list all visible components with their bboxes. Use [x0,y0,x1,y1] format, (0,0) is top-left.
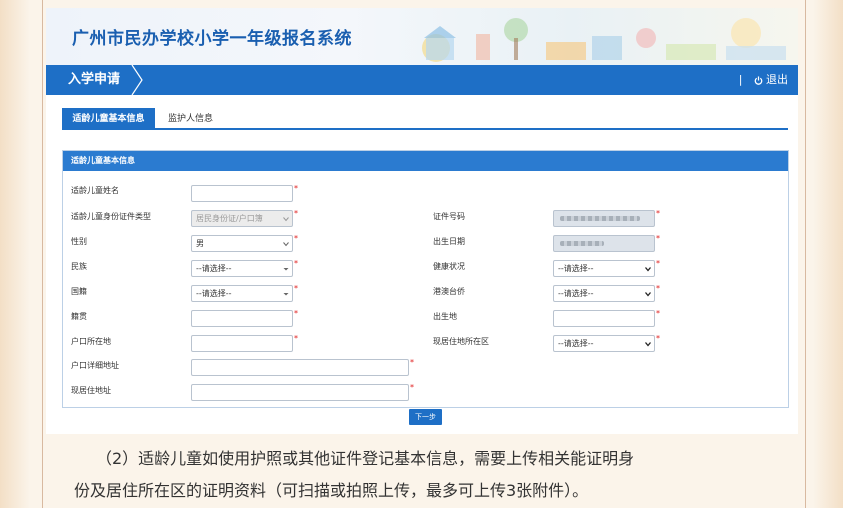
app-screenshot: 广州市民办学校小学一年级报名系统 入学申请 | 退出 适龄儿童基本信息 监护人信… [46,8,798,434]
residence-district-value: --请选择-- [558,339,594,348]
power-icon [754,75,763,85]
birthplace-label: 出生地 [433,312,457,321]
health-value: --请选择-- [558,264,594,273]
id-type-select[interactable]: 居民身份证/户口簿 [191,210,293,227]
native-place-input[interactable] [191,310,293,327]
birth-date-label: 出生日期 [433,237,465,246]
required-mark: * [656,234,660,243]
ethnicity-select[interactable]: --请选择-- [191,260,293,277]
id-type-label: 适龄儿童身份证件类型 [71,212,151,221]
required-mark: * [294,259,298,268]
residence-district-label: 现居住地所在区 [433,337,489,346]
panel-title: 适龄儿童基本信息 [63,151,788,171]
tab-child-info[interactable]: 适龄儿童基本信息 [62,108,155,130]
masked-value [560,241,604,246]
hukou-address-label: 户口详细地址 [71,361,119,370]
required-mark: * [410,358,414,367]
top-navbar: 入学申请 | 退出 [46,65,798,95]
required-mark: * [294,184,298,193]
required-mark: * [656,259,660,268]
nationality-select[interactable]: --请选择-- [191,285,293,302]
logout-button[interactable]: 退出 [754,73,788,86]
nationality-label: 国籍 [71,287,87,296]
chevron-down-icon [283,268,289,271]
hk-macao-tw-label: 港澳台侨 [433,287,465,296]
id-type-value: 居民身份证/户口簿 [196,214,263,223]
caption-line-1: （2）适龄儿童如使用护照或其他证件登记基本信息，需要上传相关能证明身 [96,449,635,468]
required-mark: * [294,234,298,243]
health-select[interactable]: --请选择-- [553,260,655,277]
chevron-down-icon [645,342,651,347]
birth-date-input[interactable] [553,235,655,252]
child-info-panel: 适龄儿童基本信息 适龄儿童姓名 * 适龄儿童身份证件类型 居民身份证/户口簿 *… [62,150,789,408]
frame-border-right [805,0,806,508]
gender-label: 性别 [71,237,87,246]
system-title: 广州市民办学校小学一年级报名系统 [72,29,352,49]
required-mark: * [294,209,298,218]
logout-area: | 退出 [739,65,788,95]
required-mark: * [294,309,298,318]
required-mark: * [656,309,660,318]
ethnicity-value: --请选择-- [196,264,232,273]
hk-macao-tw-select[interactable]: --请选择-- [553,285,655,302]
nationality-value: --请选择-- [196,289,232,298]
required-mark: * [410,383,414,392]
chevron-down-icon [283,242,289,247]
required-mark: * [656,284,660,293]
hukou-location-input[interactable] [191,335,293,352]
health-label: 健康状况 [433,262,465,271]
chevron-down-icon [283,293,289,296]
form-tabs: 适龄儿童基本信息 监护人信息 [62,108,788,130]
frame-border-left [42,0,43,508]
current-address-label: 现居住地址 [71,386,111,395]
chevron-down-icon [645,292,651,297]
native-place-label: 籍贯 [71,312,87,321]
header-banner: 广州市民办学校小学一年级报名系统 [46,8,798,65]
chevron-right-icon [131,65,143,95]
hk-macao-tw-value: --请选择-- [558,289,594,298]
required-mark: * [656,209,660,218]
chevron-down-icon [645,267,651,272]
ethnicity-label: 民族 [71,262,87,271]
hukou-location-label: 户口所在地 [71,337,111,346]
next-step-button[interactable]: 下一步 [409,409,442,425]
child-name-input[interactable] [191,185,293,202]
caption-line-2: 份及居住所在区的证明资料（可扫描或拍照上传，最多可上传3张附件）。 [74,481,589,500]
gender-select[interactable]: 男 [191,235,293,252]
nav-separator: | [738,73,743,86]
masked-value [560,216,640,221]
hukou-address-input[interactable] [191,359,409,376]
chevron-down-icon [283,217,289,222]
required-mark: * [294,284,298,293]
birthplace-input[interactable] [553,310,655,327]
required-mark: * [656,334,660,343]
tab-guardian-info[interactable]: 监护人信息 [168,108,213,130]
logout-label: 退出 [766,73,788,86]
school-illustration-icon [422,18,786,62]
required-mark: * [294,334,298,343]
current-address-input[interactable] [191,384,409,401]
id-number-label: 证件号码 [433,212,465,221]
child-name-label: 适龄儿童姓名 [71,186,119,195]
residence-district-select[interactable]: --请选择-- [553,335,655,352]
gender-value: 男 [196,239,204,248]
id-number-input[interactable] [553,210,655,227]
